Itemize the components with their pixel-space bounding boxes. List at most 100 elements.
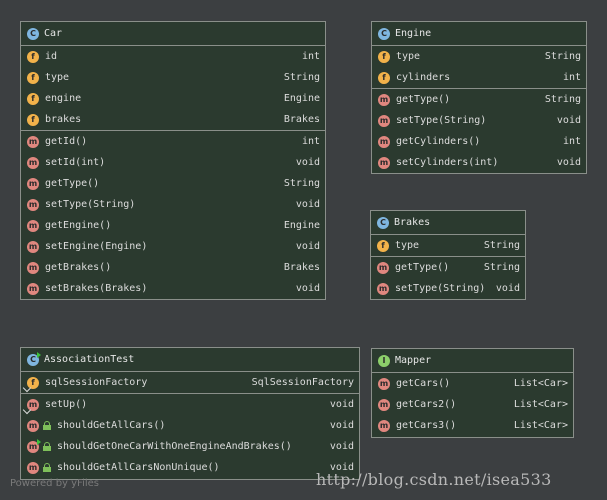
method-row[interactable]: m getCars() List<Car> [372, 373, 573, 394]
method-icon: m [27, 282, 39, 295]
method-row[interactable]: m getCars2() List<Car> [372, 394, 573, 415]
method-icon: m [378, 114, 390, 127]
field-row[interactable]: f id int [21, 46, 325, 67]
method-row[interactable]: m getCars3() List<Car> [372, 415, 573, 436]
method-row[interactable]: m getBrakes() Brakes [21, 257, 325, 278]
method-return-type: String [483, 262, 520, 273]
field-name: brakes [45, 114, 82, 125]
method-row[interactable]: m shouldGetOneCarWithOneEngineAndBrakes()… [21, 436, 359, 457]
field-icon: f [27, 50, 39, 63]
method-row[interactable]: m setUp() void [21, 394, 359, 415]
method-row[interactable]: m shouldGetAllCarsNonUnique() void [21, 457, 359, 478]
method-icon: m [27, 219, 39, 232]
method-name: setType(String) [45, 199, 136, 210]
field-row[interactable]: f cylinders int [372, 67, 586, 88]
method-row[interactable]: m setBrakes(Brakes) void [21, 278, 325, 299]
class-name: Car [44, 28, 63, 39]
lock-icon [43, 442, 51, 451]
method-return-type: String [544, 94, 581, 105]
method-icon: m [22, 398, 39, 414]
method-return-type: void [295, 241, 320, 252]
method-row[interactable]: m getCylinders() int [372, 131, 586, 152]
field-name: type [395, 240, 420, 251]
method-return-type: int [301, 136, 320, 147]
method-icon: m [27, 156, 39, 169]
class-icon: C [377, 216, 389, 229]
field-row[interactable]: f sqlSessionFactory SqlSessionFactory [21, 372, 359, 393]
field-type: String [483, 240, 520, 251]
method-name: setCylinders(int) [396, 157, 499, 168]
field-name: id [45, 51, 58, 62]
class-name: Brakes [394, 217, 431, 228]
method-name: getEngine() [45, 220, 112, 231]
field-type: SqlSessionFactory [251, 377, 354, 388]
field-type: Brakes [283, 114, 320, 125]
method-row[interactable]: m getType() String [371, 257, 525, 278]
method-return-type: void [556, 157, 581, 168]
method-name: setBrakes(Brakes) [45, 283, 148, 294]
field-row[interactable]: f engine Engine [21, 88, 325, 109]
method-name: shouldGetAllCarsNonUnique() [57, 462, 220, 473]
field-icon: f [377, 239, 389, 252]
field-icon: f [27, 71, 39, 84]
field-type: int [301, 51, 320, 62]
method-row[interactable]: m setEngine(Engine) void [21, 236, 325, 257]
method-name: getCylinders() [396, 136, 481, 147]
method-return-type: void [495, 283, 520, 294]
class-header: I Mapper [372, 349, 573, 373]
method-row[interactable]: m setId(int) void [21, 152, 325, 173]
method-icon: m [377, 282, 389, 295]
run-marker-icon [37, 351, 41, 358]
class-name: Mapper [395, 355, 432, 366]
class-brakes[interactable]: C Brakes f type String m getType() String ms… [370, 210, 526, 300]
class-header: C Car [21, 22, 325, 46]
field-icon: f [27, 92, 39, 105]
class-association-test[interactable]: C AssociationTest f sqlSessionFactory SqlS… [20, 347, 360, 480]
method-name: getType() [395, 262, 450, 273]
class-name: AssociationTest [44, 354, 135, 365]
class-car[interactable]: C Car f id int f type String f engine Engine f… [20, 21, 326, 300]
field-icon: f [378, 71, 390, 84]
method-return-type: void [295, 283, 320, 294]
method-row[interactable]: m getEngine() Engine [21, 215, 325, 236]
class-icon: C [27, 27, 39, 40]
method-return-type: Brakes [283, 262, 320, 273]
method-return-type: void [295, 157, 320, 168]
method-row[interactable]: m setType(String) void [371, 278, 525, 299]
method-return-type: void [329, 441, 354, 452]
method-row[interactable]: m getId() int [21, 131, 325, 152]
method-name: setType(String) [396, 115, 487, 126]
field-row[interactable]: f type String [372, 46, 586, 67]
field-row[interactable]: f type String [371, 235, 525, 256]
field-row[interactable]: f type String [21, 67, 325, 88]
method-name: shouldGetOneCarWithOneEngineAndBrakes() [57, 441, 292, 452]
field-row[interactable]: f brakes Brakes [21, 109, 325, 130]
method-row[interactable]: m shouldGetAllCars() void [21, 415, 359, 436]
method-icon: m [378, 93, 390, 106]
abstract-method-icon: m [378, 377, 390, 390]
method-row[interactable]: m setType(String) void [21, 194, 325, 215]
test-class-icon: C [27, 351, 41, 366]
method-icon: m [27, 438, 41, 453]
method-name: getId() [45, 136, 88, 147]
private-marker-icon [22, 405, 32, 414]
method-row[interactable]: m setCylinders(int) void [372, 152, 586, 173]
class-engine[interactable]: C Engine f type String f cylinders int m getT… [371, 21, 587, 174]
method-row[interactable]: m getType() String [21, 173, 325, 194]
class-icon: C [378, 27, 390, 40]
powered-by-watermark: Powered by yFiles [10, 478, 99, 489]
field-type: String [544, 51, 581, 62]
interface-mapper[interactable]: I Mapper m getCars() List<Car> m getCars2()… [371, 348, 574, 438]
field-type: String [283, 72, 320, 83]
method-icon: m [27, 419, 39, 432]
method-row[interactable]: m setType(String) void [372, 110, 586, 131]
method-icon: m [27, 177, 39, 190]
method-icon: m [27, 240, 39, 253]
method-row[interactable]: m getType() String [372, 89, 586, 110]
abstract-method-icon: m [378, 419, 390, 432]
method-icon: m [27, 198, 39, 211]
run-marker-icon [37, 438, 41, 445]
abstract-method-icon: m [378, 398, 390, 411]
interface-icon: I [378, 354, 390, 367]
method-return-type: String [283, 178, 320, 189]
